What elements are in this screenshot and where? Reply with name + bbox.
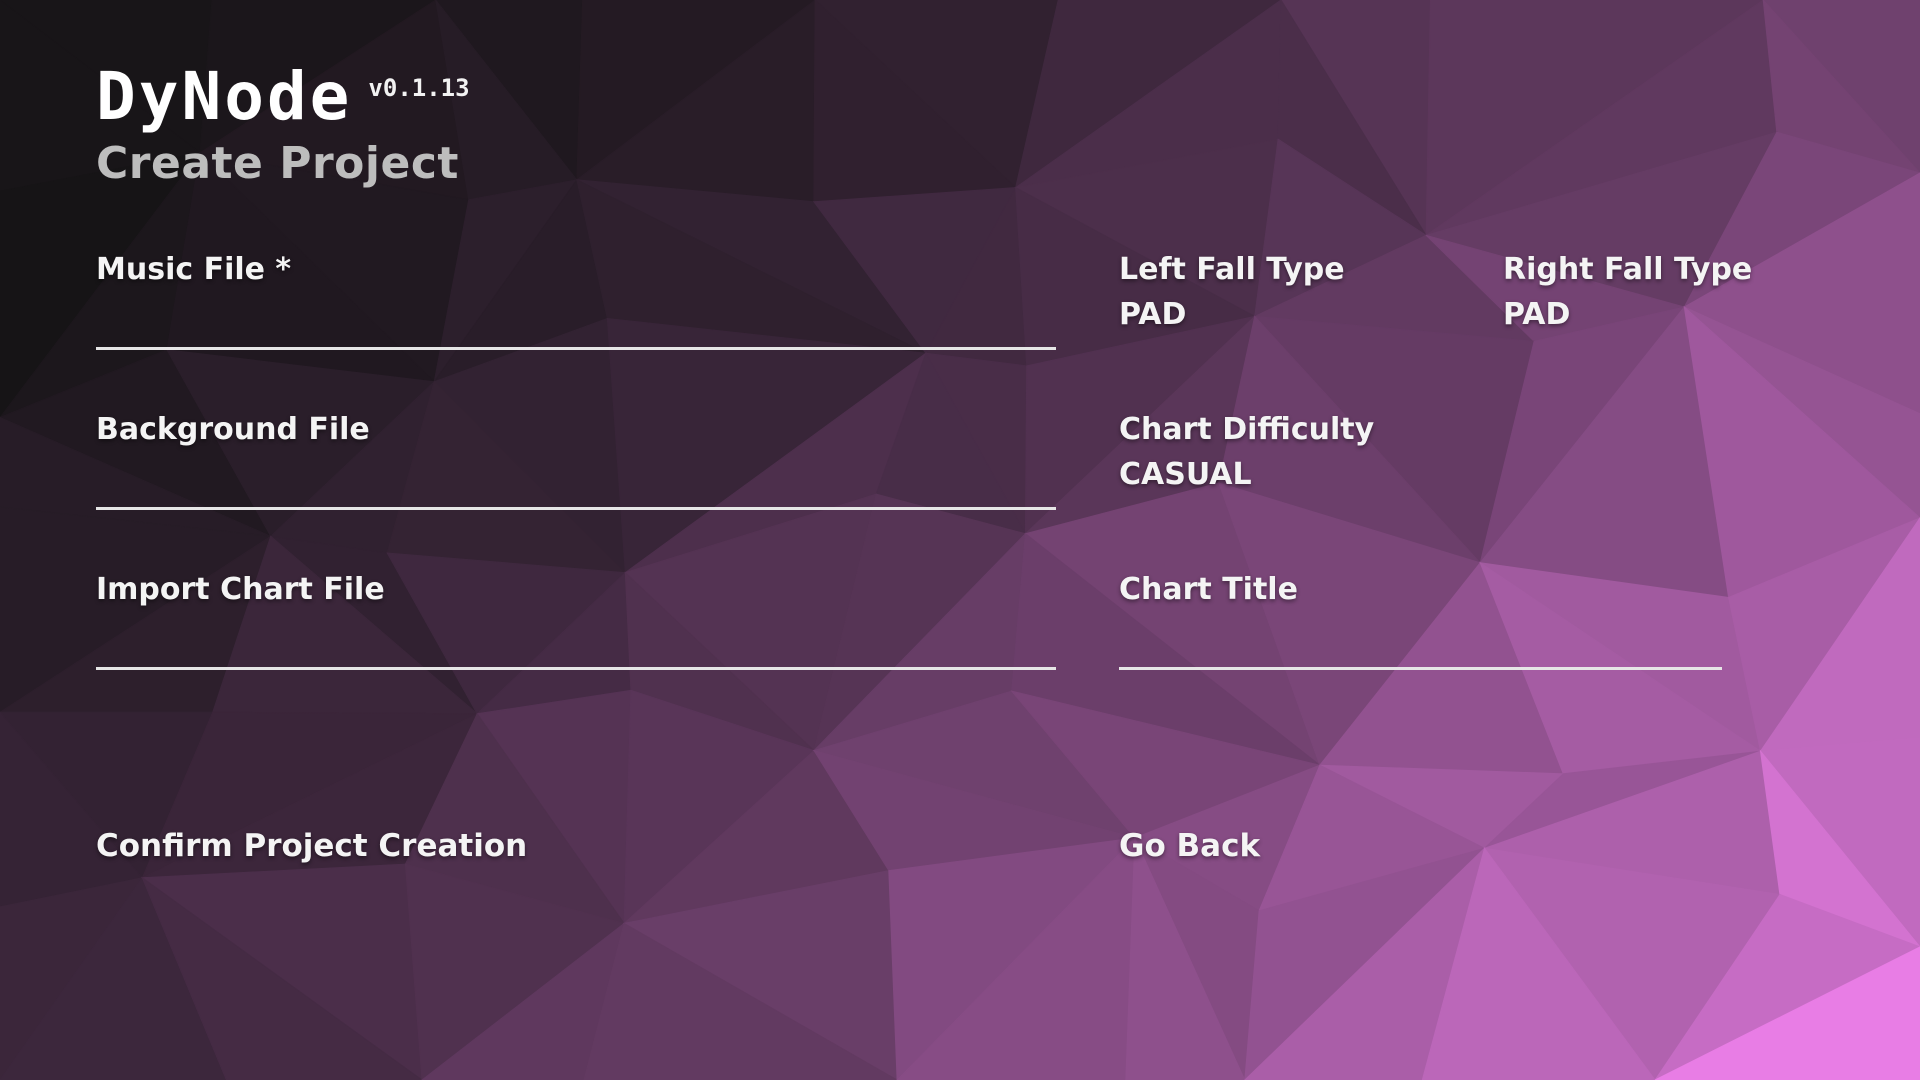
- import-chart-file-input[interactable]: [96, 626, 1056, 670]
- page-title: Create Project: [96, 138, 459, 189]
- chart-title-input[interactable]: [1119, 626, 1722, 670]
- confirm-project-creation-button[interactable]: Confirm Project Creation: [96, 828, 527, 864]
- app-version: v0.1.13: [368, 74, 470, 102]
- chart-title-label: Chart Title: [1119, 572, 1298, 607]
- right-fall-type-label: Right Fall Type: [1503, 252, 1753, 287]
- background-file-label: Background File: [96, 412, 370, 447]
- left-fall-type-label: Left Fall Type: [1119, 252, 1345, 287]
- import-chart-file-label: Import Chart File: [96, 572, 385, 607]
- app-name: DyNode: [96, 58, 353, 135]
- music-file-label: Music File *: [96, 252, 292, 287]
- background-file-input[interactable]: [96, 466, 1056, 510]
- right-fall-type-selector[interactable]: PAD: [1503, 297, 1570, 332]
- chart-difficulty-label: Chart Difficulty: [1119, 412, 1375, 447]
- music-file-input[interactable]: [96, 306, 1056, 350]
- go-back-button[interactable]: Go Back: [1119, 828, 1260, 864]
- left-fall-type-selector[interactable]: PAD: [1119, 297, 1186, 332]
- app-logo: DyNode v0.1.13: [96, 64, 470, 130]
- chart-difficulty-selector[interactable]: CASUAL: [1119, 457, 1252, 492]
